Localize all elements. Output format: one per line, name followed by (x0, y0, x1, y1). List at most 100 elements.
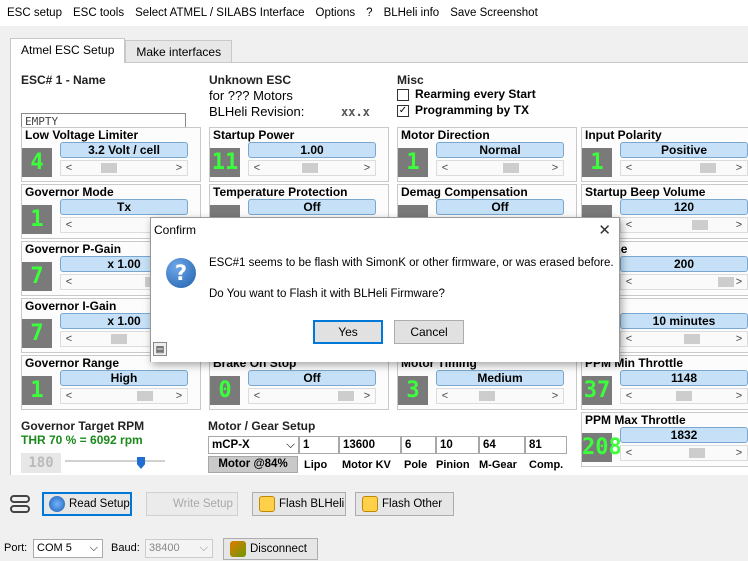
scroll-thumb[interactable] (684, 334, 700, 344)
motor-kv-field[interactable]: 13600 (339, 436, 401, 454)
esc-info-group: Unknown ESC for ??? Motors BLHeli Revisi… (209, 73, 379, 119)
lipo-field[interactable]: 1 (299, 436, 339, 454)
chevron-left-icon[interactable]: < (62, 275, 76, 289)
rearming-option[interactable]: Rearming every Start (397, 87, 577, 103)
scroll-thumb[interactable] (700, 163, 716, 173)
param-scrollbar[interactable]: <> (436, 160, 564, 176)
yes-button[interactable]: Yes (313, 320, 383, 344)
param-scrollbar[interactable]: <> (60, 160, 188, 176)
param-scrollbar[interactable]: <> (620, 217, 748, 233)
chevron-right-icon[interactable]: > (732, 389, 746, 403)
chevron-left-icon[interactable]: < (62, 332, 76, 346)
menu-blheli-info[interactable]: BLHeli info (384, 7, 440, 19)
write-setup-button[interactable]: Write Setup (146, 492, 238, 516)
param-title: Startup Beep Volume (585, 185, 706, 199)
slider-thumb[interactable] (137, 457, 145, 469)
param-scrollbar[interactable]: <> (60, 388, 188, 404)
tab-make-interfaces[interactable]: Make interfaces (125, 40, 233, 62)
chevron-left-icon[interactable]: < (622, 446, 636, 460)
scroll-thumb[interactable] (689, 448, 705, 458)
mgear-field[interactable]: 64 (479, 436, 525, 454)
cancel-button[interactable]: Cancel (394, 320, 464, 344)
menu-toggle-icon[interactable] (10, 493, 32, 515)
chevron-left-icon[interactable]: < (62, 389, 76, 403)
param-scrollbar[interactable]: <> (620, 274, 748, 290)
chevron-right-icon[interactable]: > (172, 161, 186, 175)
param-scrollbar[interactable]: <> (620, 445, 748, 461)
menu-esc-setup[interactable]: ESC setup (7, 7, 62, 19)
close-icon[interactable]: ✕ (598, 221, 611, 239)
flash-other-button[interactable]: Flash Other (355, 492, 454, 516)
comp-label: Comp. (529, 459, 564, 471)
param-title: Motor Direction (401, 128, 490, 142)
chevron-right-icon[interactable]: > (732, 332, 746, 346)
scroll-thumb[interactable] (692, 220, 708, 230)
chevron-left-icon[interactable]: < (250, 389, 264, 403)
scroll-thumb[interactable] (302, 163, 318, 173)
chevron-right-icon[interactable]: > (360, 161, 374, 175)
confirm-dialog: Confirm ✕ ? ESC#1 seems to be flash with… (150, 217, 620, 362)
param-box: Governor Range 1 High < > (21, 355, 201, 410)
scroll-thumb[interactable] (338, 391, 354, 401)
menu-esc-tools[interactable]: ESC tools (73, 7, 124, 19)
param-value: 1148 (620, 370, 748, 386)
esc-motors-text: for ??? Motors (209, 88, 293, 103)
param-scrollbar[interactable]: <> (248, 160, 376, 176)
param-value: 1.00 (248, 142, 376, 158)
flash-blheli-button[interactable]: Flash BLHeli (252, 492, 346, 516)
menu-help[interactable]: ? (366, 7, 372, 19)
chevron-left-icon[interactable]: < (62, 161, 76, 175)
port-select[interactable]: COM 5 ⌵ (33, 539, 103, 558)
menu-options[interactable]: Options (316, 7, 356, 19)
param-index: 1 (22, 205, 52, 234)
pinion-field[interactable]: 10 (436, 436, 479, 454)
menu-save-screenshot[interactable]: Save Screenshot (450, 7, 538, 19)
chevron-right-icon[interactable]: > (172, 389, 186, 403)
param-scrollbar[interactable]: <> (620, 388, 748, 404)
governor-rpm-slider[interactable] (65, 457, 165, 469)
scroll-thumb[interactable] (479, 391, 495, 401)
programming-by-tx-checkbox[interactable]: ✓ (397, 105, 409, 117)
chevron-right-icon[interactable]: > (548, 389, 562, 403)
chevron-right-icon[interactable]: > (732, 275, 746, 289)
chevron-left-icon[interactable]: < (622, 275, 636, 289)
scroll-thumb[interactable] (503, 163, 519, 173)
chevron-left-icon[interactable]: < (622, 332, 636, 346)
param-title: Governor Mode (25, 185, 114, 199)
chevron-left-icon[interactable]: < (622, 389, 636, 403)
chevron-right-icon[interactable]: > (732, 161, 746, 175)
programming-by-tx-option[interactable]: ✓ Programming by TX (397, 103, 577, 119)
model-select[interactable]: mCP-X ⌵ (208, 436, 299, 454)
chevron-right-icon[interactable]: > (360, 389, 374, 403)
mgear-label: M-Gear (479, 459, 517, 471)
menu-select-interface[interactable]: Select ATMEL / SILABS Interface (135, 7, 304, 19)
disconnect-button[interactable]: Disconnect (223, 538, 318, 560)
baud-select[interactable]: 38400 ⌵ (145, 539, 213, 558)
scroll-thumb[interactable] (111, 334, 127, 344)
chevron-left-icon[interactable]: < (622, 161, 636, 175)
scroll-thumb[interactable] (137, 391, 153, 401)
param-value: Normal (436, 142, 564, 158)
chevron-left-icon[interactable]: < (62, 218, 76, 232)
scroll-thumb[interactable] (676, 391, 692, 401)
chevron-left-icon[interactable]: < (438, 389, 452, 403)
tab-atmel-esc-setup[interactable]: Atmel ESC Setup (10, 38, 126, 63)
param-scrollbar[interactable]: <> (620, 160, 748, 176)
dialog-message-line1: ESC#1 seems to be flash with SimonK or o… (209, 257, 614, 269)
param-scrollbar[interactable]: <> (248, 388, 376, 404)
chevron-right-icon[interactable]: > (732, 446, 746, 460)
read-setup-button[interactable]: Read Setup (42, 492, 132, 516)
comp-field[interactable]: 81 (525, 436, 567, 454)
chevron-right-icon[interactable]: > (732, 218, 746, 232)
chevron-left-icon[interactable]: < (250, 161, 264, 175)
chevron-right-icon[interactable]: > (548, 161, 562, 175)
param-scrollbar[interactable]: <> (620, 331, 748, 347)
chevron-left-icon[interactable]: < (622, 218, 636, 232)
param-value: Tx (60, 199, 188, 215)
scroll-thumb[interactable] (101, 163, 117, 173)
rearming-checkbox[interactable] (397, 89, 409, 101)
pole-field[interactable]: 6 (401, 436, 436, 454)
param-scrollbar[interactable]: <> (436, 388, 564, 404)
programming-by-tx-label: Programming by TX (415, 103, 530, 117)
chevron-left-icon[interactable]: < (438, 161, 452, 175)
